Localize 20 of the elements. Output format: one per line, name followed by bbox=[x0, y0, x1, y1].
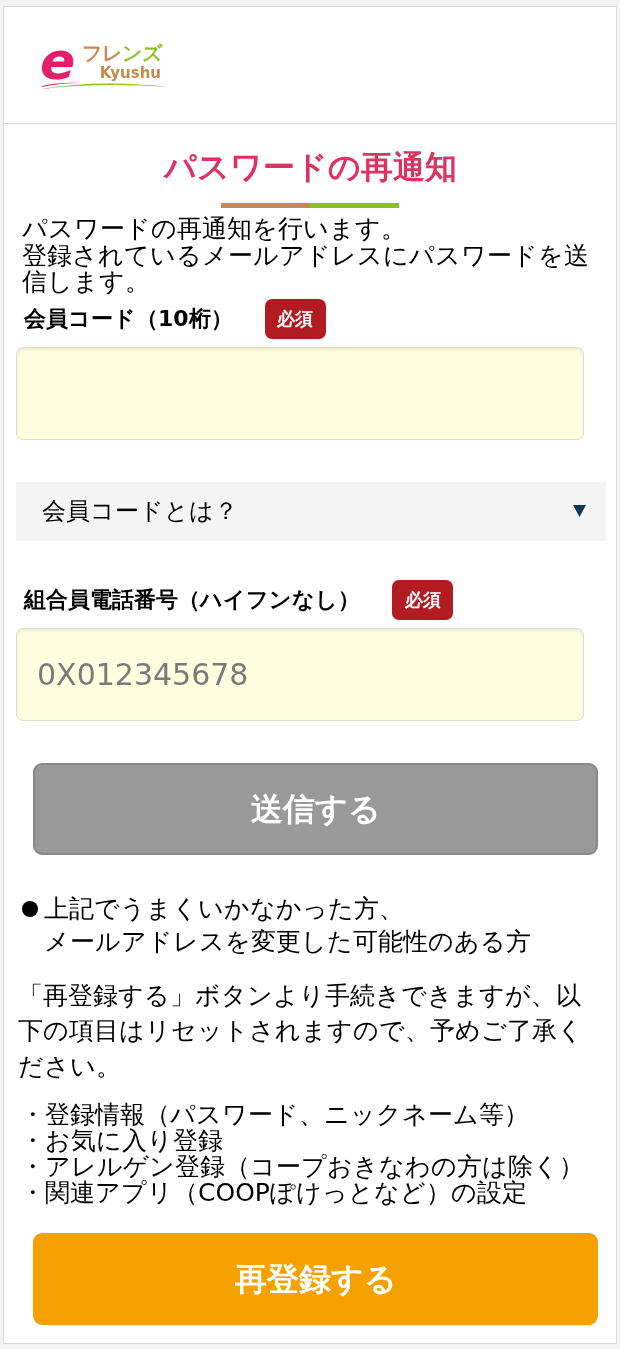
reset-list-item: ・お気に入り登録 bbox=[20, 1128, 224, 1154]
input-field[interactable] bbox=[16, 346, 584, 440]
re-register-button[interactable]: 再登録する bbox=[33, 1233, 598, 1325]
accordion-label: 会員コードとは？ bbox=[42, 496, 238, 527]
logo-region-text: Kyushu bbox=[98, 64, 163, 81]
bullet-icon bbox=[22, 900, 38, 917]
reset-list-item: ・アレルゲン登録（コープおきなわの方は除く） bbox=[20, 1154, 585, 1180]
required-badge: 必須 bbox=[264, 298, 326, 339]
notice-text: 上記でうまくいかなかった方、 メールアドレスを変更した可能性のある方 bbox=[44, 892, 531, 958]
reset-list-item: ・関連アプリ（COOPぽけっとなど）の設定 bbox=[20, 1180, 527, 1206]
required-badge: 必須 bbox=[392, 579, 453, 620]
logo-letter: e bbox=[40, 40, 75, 81]
description-text: パスワードの再通知を行います。 登録されているメールアドレスにパスワードを送信します。 bbox=[22, 216, 590, 296]
accordion-toggle[interactable]: 会員コードとは？ bbox=[16, 481, 606, 541]
reset-note-text: 「再登録する」ボタンより手続きできますが、以下の項目はリセットされますので、予めご了承ください。 bbox=[18, 979, 584, 1083]
input-field[interactable]: 0X012345678 bbox=[16, 627, 584, 721]
reset-list-item: ・登録情報（パスワード、ニックネーム等） bbox=[20, 1102, 530, 1128]
field-label: 会員コード（10桁） bbox=[24, 305, 233, 332]
page-title: パスワードの再通知 bbox=[162, 147, 458, 187]
field-label: 組合員電話番号（ハイフンなし） bbox=[24, 586, 360, 613]
